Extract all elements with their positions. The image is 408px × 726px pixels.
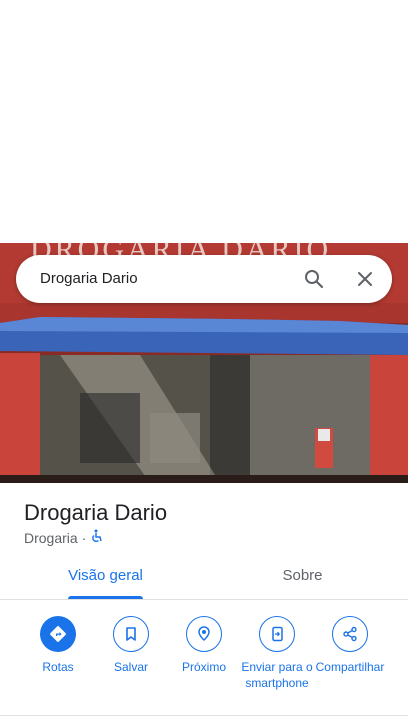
nearby-icon (186, 616, 222, 652)
category-separator: · (81, 529, 87, 546)
send-to-phone-icon (259, 616, 295, 652)
nearby-label: Próximo (181, 660, 226, 674)
share-icon (332, 616, 368, 652)
share-button[interactable]: Compartilhar (310, 616, 390, 675)
tab-about[interactable]: Sobre (265, 567, 340, 584)
bookmark-icon (113, 616, 149, 652)
search-input[interactable]: Drogaria Dario (40, 270, 138, 287)
wheelchair-accessible-icon (90, 529, 104, 546)
directions-label: Rotas (42, 660, 74, 674)
share-label: Compartilhar (315, 660, 385, 674)
send-to-phone-label: Enviar para o smartphone (241, 660, 313, 690)
search-bar[interactable]: Drogaria Dario (16, 255, 392, 303)
save-label: Salvar (113, 660, 148, 674)
directions-icon (40, 616, 76, 652)
send-to-phone-button[interactable]: Enviar para o smartphone (237, 616, 317, 691)
search-icon[interactable] (302, 267, 326, 291)
directions-button[interactable]: Rotas (18, 616, 98, 675)
tab-overview[interactable]: Visão geral (68, 567, 143, 584)
place-title: Drogaria Dario (24, 500, 168, 525)
actions-divider (0, 715, 408, 716)
place-category[interactable]: Drogaria (24, 530, 78, 546)
nearby-button[interactable]: Próximo (164, 616, 244, 675)
close-icon[interactable] (353, 267, 377, 291)
place-subtitle: Drogaria · (24, 529, 104, 546)
save-button[interactable]: Salvar (91, 616, 171, 675)
tabs-divider (0, 599, 408, 600)
